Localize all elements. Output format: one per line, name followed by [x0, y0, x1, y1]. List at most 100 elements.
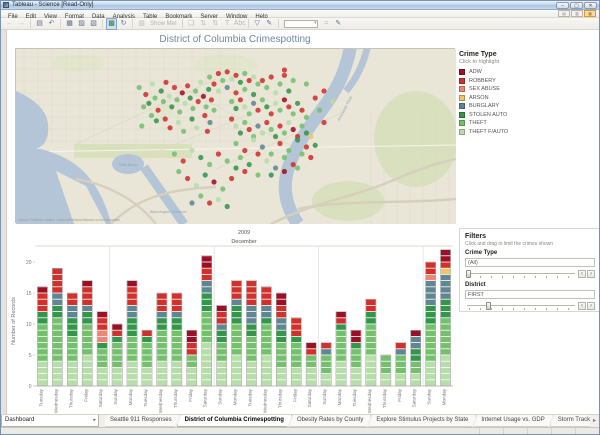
equals-icon[interactable]: = — [321, 19, 332, 29]
crime-dot[interactable] — [233, 106, 238, 111]
crime-dot[interactable] — [233, 90, 238, 95]
crime-type-slider-left-button[interactable]: ‹ — [578, 270, 586, 278]
crime-dot[interactable] — [286, 148, 291, 153]
bar-16-wednesday[interactable] — [261, 287, 271, 386]
crime-dot[interactable] — [260, 130, 265, 135]
crime-dot[interactable] — [185, 83, 190, 88]
print-icon[interactable]: ▨ — [76, 19, 87, 29]
crime-dot[interactable] — [182, 101, 187, 106]
view-mode-normal-button[interactable]: ▤ — [558, 10, 570, 17]
crime-dot[interactable] — [201, 94, 206, 99]
bar-25-friday[interactable] — [396, 343, 406, 386]
crime-dot[interactable] — [203, 172, 208, 177]
crime-dot[interactable] — [176, 169, 181, 174]
crime-dot[interactable] — [229, 76, 234, 81]
crime-dot[interactable] — [299, 108, 304, 113]
crime-dot[interactable] — [273, 165, 278, 170]
crime-dot[interactable] — [247, 162, 252, 167]
crime-dot[interactable] — [225, 158, 230, 163]
crime-dot[interactable] — [225, 85, 230, 90]
crime-dot[interactable] — [282, 73, 287, 78]
crime-dot[interactable] — [242, 169, 247, 174]
crime-dot[interactable] — [282, 130, 287, 135]
legend-item-adw[interactable]: ADW — [459, 68, 600, 77]
crime-dot[interactable] — [269, 111, 274, 116]
crime-dot[interactable] — [264, 85, 269, 90]
crime-dot[interactable] — [251, 92, 256, 97]
crime-dot[interactable] — [194, 183, 199, 188]
crime-dot[interactable] — [196, 99, 201, 104]
crime-dot[interactable] — [216, 151, 221, 156]
bar-27-sunday[interactable] — [426, 262, 436, 386]
crime-dot[interactable] — [255, 151, 260, 156]
bar-8-tuesday[interactable] — [142, 330, 152, 386]
crime-dot[interactable] — [198, 155, 203, 160]
crime-dot[interactable] — [264, 104, 269, 109]
crime-dot[interactable] — [330, 99, 335, 104]
crime-dot[interactable] — [269, 172, 274, 177]
crime-dot[interactable] — [167, 94, 172, 99]
crime-dot[interactable] — [205, 129, 210, 134]
crime-dot[interactable] — [233, 73, 238, 78]
crime-dot[interactable] — [163, 116, 168, 121]
sheet-tab-storm-tracks[interactable]: Storm Tracks — [550, 415, 590, 427]
crime-dot[interactable] — [313, 143, 318, 148]
crime-dot[interactable] — [277, 141, 282, 146]
crime-dot[interactable] — [189, 116, 194, 121]
crime-dot[interactable] — [176, 120, 181, 125]
crime-dot[interactable] — [286, 104, 291, 109]
legend-item-theft-f-auto[interactable]: THEFT F/AUTO — [459, 128, 600, 137]
crime-type-slider-right-button[interactable]: › — [587, 270, 595, 278]
crime-dot[interactable] — [225, 69, 230, 74]
crime-dot[interactable] — [313, 95, 318, 100]
crime-dot[interactable] — [264, 120, 269, 125]
filter-icon[interactable]: ▽ — [252, 19, 263, 29]
bar-2-wednesday[interactable] — [52, 268, 62, 386]
crime-dot[interactable] — [260, 78, 265, 83]
crime-dot[interactable] — [299, 123, 304, 128]
crime-dot[interactable] — [233, 141, 238, 146]
crime-dot[interactable] — [304, 130, 309, 135]
crime-dot[interactable] — [181, 158, 186, 163]
district-filter-value[interactable]: FIRST — [465, 290, 595, 299]
crime-dot[interactable] — [233, 165, 238, 170]
crime-dot[interactable] — [247, 127, 252, 132]
crime-dot[interactable] — [286, 120, 291, 125]
legend-item-burglary[interactable]: BURGLARY — [459, 102, 600, 111]
district-slider-left-button[interactable]: ‹ — [578, 302, 586, 310]
crime-dot[interactable] — [255, 108, 260, 113]
crime-dot[interactable] — [255, 123, 260, 128]
bar-22-tuesday[interactable] — [351, 330, 361, 386]
crime-dot[interactable] — [193, 88, 198, 93]
crime-dot[interactable] — [242, 148, 247, 153]
group-icon[interactable]: ❏ — [186, 19, 197, 29]
crime-dot[interactable] — [238, 130, 243, 135]
bar-23-wednesday[interactable] — [366, 299, 376, 386]
show-me-icon[interactable]: ▥ — [136, 19, 147, 29]
crime-dot[interactable] — [321, 120, 326, 125]
crime-dot[interactable] — [277, 81, 282, 86]
crime-dot[interactable] — [247, 78, 252, 83]
crime-dot[interactable] — [137, 85, 142, 90]
crime-dot[interactable] — [216, 88, 221, 93]
legend-item-robbery[interactable]: ROBBERY — [459, 77, 600, 86]
crime-dot[interactable] — [202, 113, 207, 118]
crime-dot[interactable] — [295, 101, 300, 106]
crime-dot[interactable] — [238, 97, 243, 102]
crime-dot[interactable] — [225, 204, 230, 209]
bar-28-monday[interactable] — [440, 250, 450, 386]
crime-dot[interactable] — [299, 151, 304, 156]
mark-labels-icon[interactable]: T — [222, 19, 233, 29]
crime-dot[interactable] — [255, 81, 260, 86]
crime-dot[interactable] — [242, 104, 247, 109]
sheet-tab-obesity-rates-by-county[interactable]: Obesity Rates by County — [289, 415, 371, 427]
restore-button[interactable]: ▢ — [570, 2, 583, 9]
crime-dot[interactable] — [163, 80, 168, 85]
crime-type-slider-thumb[interactable] — [466, 270, 471, 278]
crime-dot[interactable] — [177, 109, 182, 114]
crime-dot[interactable] — [264, 158, 269, 163]
crime-dot[interactable] — [251, 137, 256, 142]
district-slider-right-button[interactable]: › — [587, 302, 595, 310]
crime-bar-chart[interactable]: 2009 December Number of Records 05101520… — [7, 226, 455, 414]
bar-15-tuesday[interactable] — [246, 281, 256, 386]
